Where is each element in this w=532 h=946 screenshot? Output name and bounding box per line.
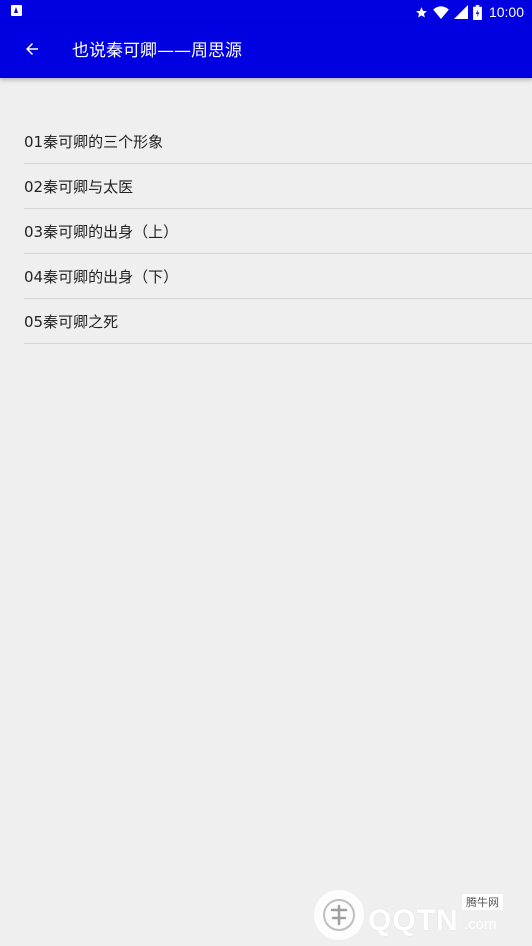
watermark-tag: 腾牛网 <box>462 894 503 910</box>
chapter-label: 04秦可卿的出身（下） <box>24 267 179 286</box>
status-time: 10:00 <box>488 4 524 20</box>
back-button[interactable] <box>12 31 52 71</box>
chapter-label: 03秦可卿的出身（上） <box>24 222 179 241</box>
list-item[interactable]: 01秦可卿的三个形象 <box>24 119 532 164</box>
notification-icon <box>11 5 22 16</box>
status-bar: 10:00 <box>0 0 532 24</box>
list-item[interactable]: 02秦可卿与太医 <box>24 164 532 209</box>
app-toolbar: 也说秦可卿——周思源 <box>0 24 532 78</box>
list-item[interactable]: 03秦可卿的出身（上） <box>24 209 532 254</box>
page-title: 也说秦可卿——周思源 <box>72 41 242 61</box>
app-screen: 10:00 也说秦可卿——周思源 01秦可卿的三个形象 02秦可卿与太医 03秦… <box>0 0 532 946</box>
watermark-logo-icon <box>314 890 364 940</box>
chapter-list: 01秦可卿的三个形象 02秦可卿与太医 03秦可卿的出身（上） 04秦可卿的出身… <box>0 119 532 344</box>
star-icon <box>415 6 428 19</box>
watermark-text: QQTN <box>368 904 459 937</box>
chapter-label: 01秦可卿的三个形象 <box>24 132 164 151</box>
status-icons: 10:00 <box>415 0 524 24</box>
list-item[interactable]: 04秦可卿的出身（下） <box>24 254 532 299</box>
watermark: 腾牛网 QQTN .com <box>314 890 524 942</box>
watermark-suffix: .com <box>464 916 497 933</box>
wifi-icon <box>433 5 449 19</box>
arrow-left-icon <box>23 40 41 62</box>
battery-icon <box>473 4 482 20</box>
list-item[interactable]: 05秦可卿之死 <box>24 299 532 344</box>
chapter-label: 02秦可卿与太医 <box>24 177 134 196</box>
signal-icon <box>453 5 468 19</box>
chapter-label: 05秦可卿之死 <box>24 312 119 331</box>
